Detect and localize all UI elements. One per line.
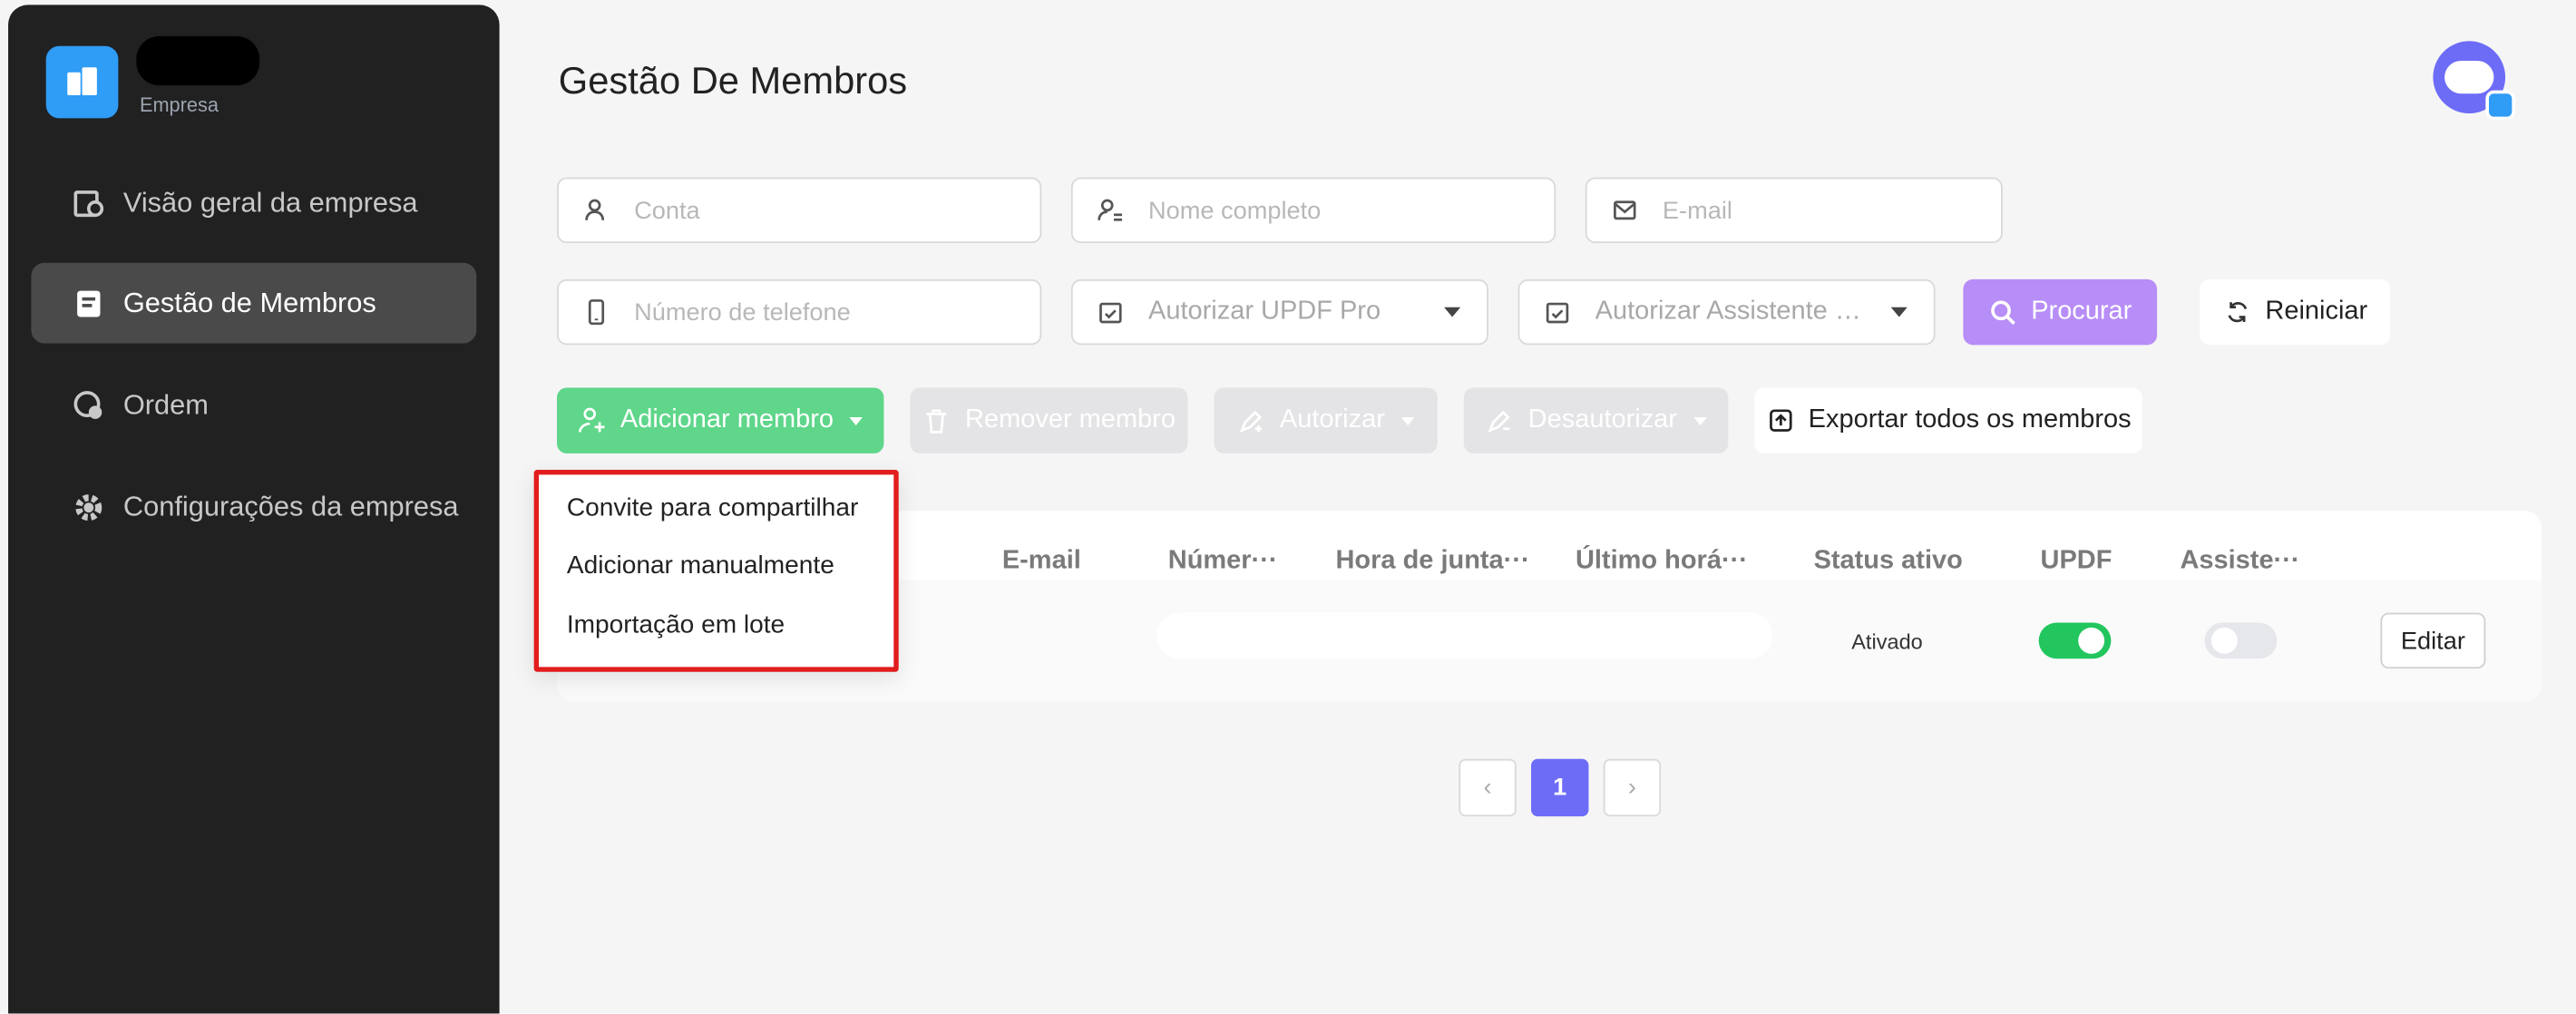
column-header-last-time[interactable]: Último horá··· [1576,547,1748,577]
app-root: Empresa Visão geral da empresa Gestão de… [0,0,2576,1014]
add-user-icon [578,405,608,435]
add-member-label: Adicionar membro [620,405,834,434]
calendar-check-icon [1096,297,1126,327]
chevron-down-icon [850,416,864,425]
edit-button[interactable]: Editar [2380,612,2486,669]
chevron-down-icon [1444,307,1461,317]
account-field[interactable] [556,177,1042,244]
chevron-down-icon [1693,416,1707,425]
sidebar-item-order[interactable]: Ordem [31,365,476,445]
reset-button-label: Reiniciar [2265,297,2368,326]
sidebar-item-label: Configurações da empresa [122,490,459,522]
column-header-email[interactable]: E-mail [1002,547,1081,577]
search-button[interactable]: Procurar [1963,278,2158,346]
deauthorize-label: Desautorizar [1527,405,1677,434]
pagination-prev-button[interactable]: ‹ [1459,758,1517,817]
pagination-page-1[interactable]: 1 [1531,758,1589,817]
pen-minus-icon [1486,405,1516,435]
authorize-pro-value: Autorizar UPDF Pro [1148,297,1381,326]
order-icon [71,387,107,424]
sidebar-item-overview[interactable]: Visão geral da empresa [31,162,476,243]
sidebar-item-label: Visão geral da empresa [122,186,418,218]
deauthorize-button[interactable]: Desautorizar [1463,387,1729,453]
authorize-label: Autorizar [1279,405,1385,434]
menu-item-add-manually[interactable]: Adicionar manualmente [567,552,834,582]
authorize-assistant-select[interactable]: Autorizar Assistente … [1517,278,1936,346]
fullname-input[interactable] [1148,196,1478,225]
reset-button[interactable]: Reiniciar [2200,278,2391,346]
pagination-next-button[interactable]: › [1603,758,1662,817]
authorize-assistant-value: Autorizar Assistente … [1595,297,1861,326]
user-list-icon [1096,196,1126,226]
column-header-assistant[interactable]: Assiste··· [2180,547,2299,577]
account-input[interactable] [634,196,963,225]
company-subtitle: Empresa [139,93,219,117]
chevron-down-icon [1890,307,1908,317]
refresh-icon [2222,297,2252,327]
trash-icon [922,405,952,435]
sidebar-item-members[interactable]: Gestão de Membros [31,262,477,344]
remove-member-label: Remover membro [965,405,1176,434]
menu-item-share-invite[interactable]: Convite para compartilhar [567,494,858,524]
phone-icon [581,297,611,327]
company-badge-icon [2485,90,2515,121]
company-logo-icon [45,45,119,119]
pen-plus-icon [1237,405,1267,435]
phone-field[interactable] [556,278,1042,346]
column-header-status[interactable]: Status ativo [1814,547,1963,577]
search-button-label: Procurar [2031,297,2132,326]
sidebar-item-label: Gestão de Membros [122,287,376,318]
settings-icon [71,489,107,525]
overview-icon [71,185,107,221]
sidebar-item-settings[interactable]: Configurações da empresa [31,466,476,547]
redacted-cell-data [1156,612,1773,659]
column-header-updf[interactable]: UPDF [2041,547,2113,577]
status-cell: Ativado [1851,629,1923,654]
add-member-dropdown: Convite para compartilhar Adicionar manu… [533,470,899,672]
user-avatar[interactable] [2433,41,2515,121]
toggle-knob [2078,627,2105,654]
column-header-phone[interactable]: Númer··· [1168,547,1278,577]
updf-toggle[interactable] [2038,622,2112,659]
company-name-redacted [136,35,260,86]
menu-item-batch-import[interactable]: Importação em lote [567,611,785,641]
search-icon [1988,297,2018,327]
email-field[interactable] [1585,177,2003,244]
sidebar-item-label: Ordem [122,388,209,420]
export-icon [1766,405,1796,435]
sidebar: Empresa Visão geral da empresa Gestão de… [8,5,500,1014]
toggle-knob [2210,627,2238,654]
assistant-toggle[interactable] [2204,622,2278,659]
fullname-field[interactable] [1070,177,1556,244]
page-title: Gestão De Membros [558,59,908,102]
authorize-button[interactable]: Autorizar [1214,387,1438,453]
add-member-button[interactable]: Adicionar membro [556,387,884,453]
column-header-join-time[interactable]: Hora de junta··· [1336,547,1530,577]
email-input[interactable] [1662,196,1992,225]
export-all-label: Exportar todos os membros [1808,405,2132,434]
remove-member-button[interactable]: Remover membro [910,387,1188,453]
chevron-down-icon [1400,416,1415,425]
cloud-icon [2444,61,2494,94]
export-all-button[interactable]: Exportar todos os membros [1754,387,2142,453]
mail-icon [1610,196,1640,226]
members-icon [71,285,107,321]
calendar-check-icon [1543,297,1573,327]
user-icon [581,196,611,226]
phone-input[interactable] [634,297,963,327]
authorize-pro-select[interactable]: Autorizar UPDF Pro [1070,278,1488,346]
